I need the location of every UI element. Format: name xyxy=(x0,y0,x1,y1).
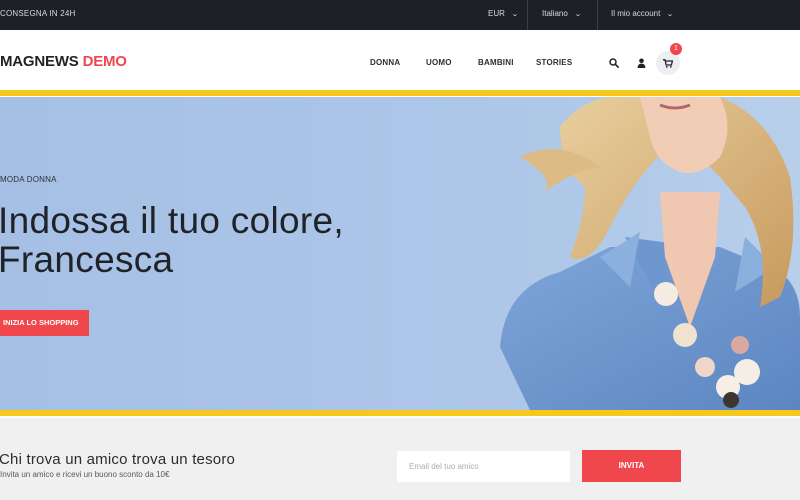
yellow-divider-bottom xyxy=(0,410,800,416)
chevron-down-icon: ⌄ xyxy=(511,11,519,18)
language-dropdown[interactable]: Italiano ⌄ xyxy=(542,9,582,18)
topbar-divider xyxy=(527,0,528,30)
account-dropdown[interactable]: Il mio account ⌄ xyxy=(611,9,675,18)
top-bar: CONSEGNA IN 24H EUR ⌄ Italiano ⌄ Il mio ac… xyxy=(0,0,800,30)
hero-eyebrow: MODA DONNA xyxy=(0,175,57,184)
hero-headline-line1: Indossa il tuo colore, xyxy=(0,200,344,241)
invite-button[interactable]: INVITA xyxy=(582,450,681,482)
nav-item-stories[interactable]: STORIES xyxy=(536,58,572,67)
nav-item-donna[interactable]: DONNA xyxy=(370,58,400,67)
referral-title: Chi trova un amico trova un tesoro xyxy=(0,451,236,468)
cart-icon xyxy=(663,59,673,68)
yellow-divider-top xyxy=(0,90,800,96)
chevron-down-icon: ⌄ xyxy=(666,11,675,18)
site-header: MAGNEWS DEMO DONNA UOMO BAMBINI STORIES … xyxy=(0,30,800,90)
currency-label: EUR xyxy=(488,9,505,18)
hero-headline: Indossa il tuo colore, Francesca xyxy=(0,201,418,279)
logo-accent-text: DEMO xyxy=(82,53,127,70)
currency-dropdown[interactable]: EUR ⌄ xyxy=(488,9,519,18)
hero-headline-line2: Francesca xyxy=(0,239,174,280)
nav-item-bambini[interactable]: BAMBINI xyxy=(478,58,514,67)
search-icon[interactable] xyxy=(609,58,619,68)
account-label: Il mio account xyxy=(611,9,661,18)
nav-item-uomo[interactable]: UOMO xyxy=(426,58,452,67)
referral-section: Chi trova un amico trova un tesoro Invit… xyxy=(0,418,800,500)
referral-subtitle: Invita un amico e ricevi un buono sconto… xyxy=(0,470,170,479)
site-logo[interactable]: MAGNEWS DEMO xyxy=(0,53,127,70)
hero-banner: MODA DONNA Indossa il tuo colore, France… xyxy=(0,97,800,410)
logo-main-text: MAGNEWS xyxy=(0,53,79,70)
user-icon[interactable] xyxy=(637,58,646,68)
language-label: Italiano xyxy=(542,9,568,18)
delivery-notice: CONSEGNA IN 24H xyxy=(0,9,76,18)
topbar-divider xyxy=(597,0,598,30)
cart-count-badge: 1 xyxy=(670,43,682,55)
friend-email-input[interactable] xyxy=(397,451,570,482)
start-shopping-button[interactable]: INIZIA LO SHOPPING xyxy=(0,310,89,336)
chevron-down-icon: ⌄ xyxy=(573,11,582,18)
